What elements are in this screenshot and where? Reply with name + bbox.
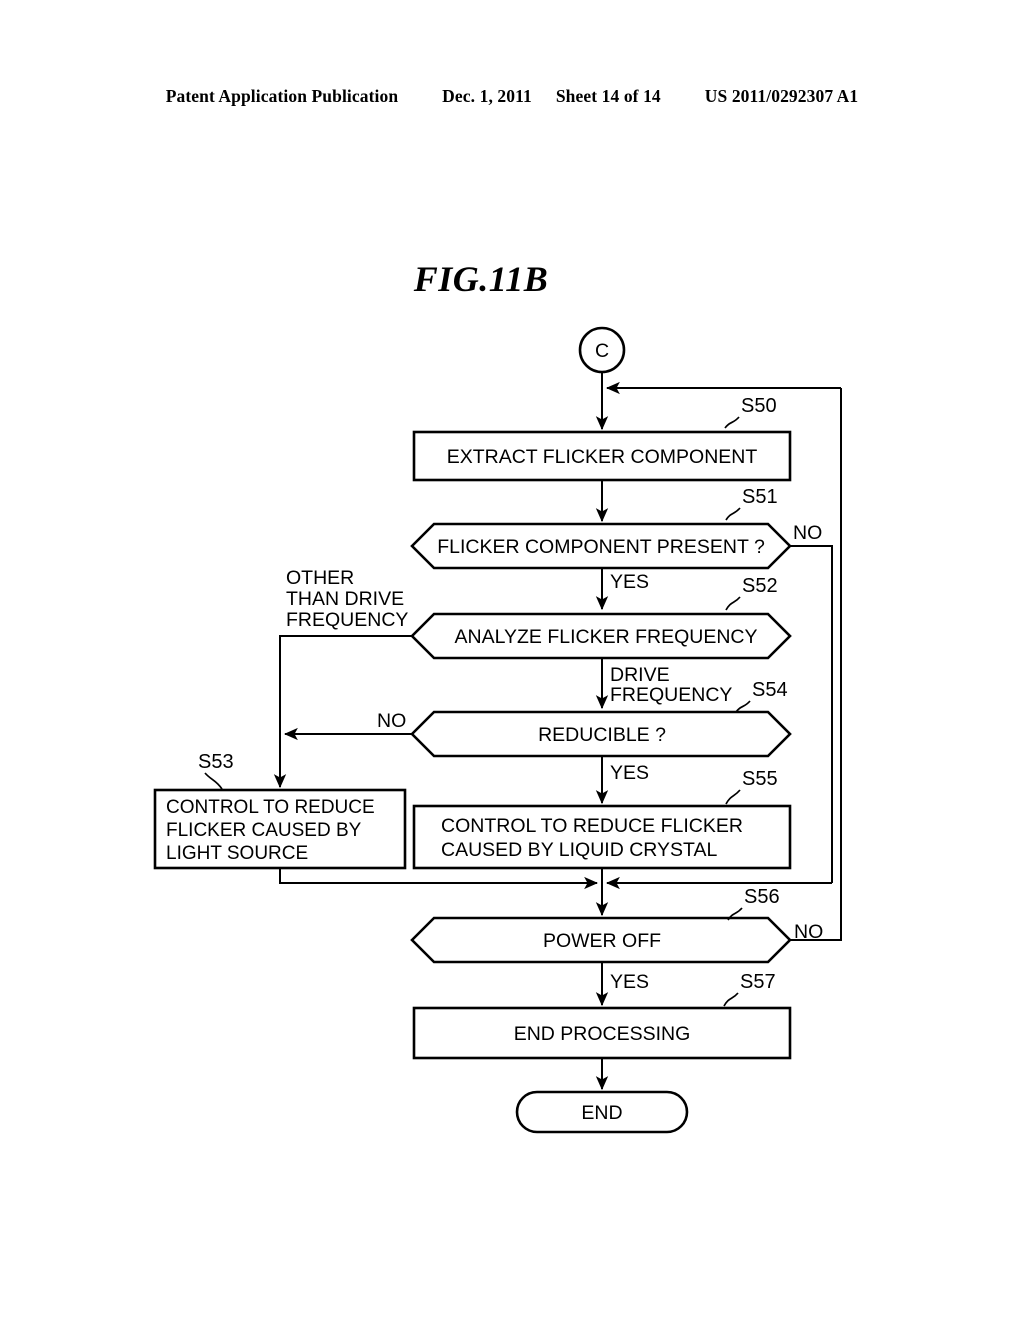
leader-s52 <box>725 596 741 611</box>
connector-c-label: C <box>595 340 609 362</box>
node-s55-text-line1: CONTROL TO REDUCE FLICKER <box>441 815 743 837</box>
edge-s51-no-path <box>790 545 833 883</box>
edge-label-s54-yes: YES <box>610 762 649 784</box>
edge-s53-to-merge <box>279 868 599 890</box>
leader-s57 <box>723 992 739 1007</box>
terminator-end-label: END <box>581 1102 622 1124</box>
step-label-s51: S51 <box>742 486 778 508</box>
edge-label-s52-other-line2: THAN DRIVE <box>286 588 404 610</box>
node-s53-text-line1: CONTROL TO REDUCE <box>166 797 375 818</box>
node-s55-text-line2: CAUSED BY LIQUID CRYSTAL <box>441 839 717 861</box>
node-s54-text: REDUCIBLE ? <box>538 724 666 746</box>
node-s53-text-line3: LIGHT SOURCE <box>166 843 308 864</box>
node-s56-text: POWER OFF <box>543 930 661 952</box>
step-label-s57: S57 <box>740 971 776 993</box>
step-label-s50: S50 <box>741 395 777 417</box>
flowchart-diagram: C EXTRACT FLICKER COMPONENT S50 FLICKER … <box>153 326 842 1134</box>
leader-s55 <box>725 789 741 805</box>
patent-page: Patent Application Publication Dec. 1, 2… <box>0 0 1024 1320</box>
edge-label-s52-other-line1: OTHER <box>286 567 354 589</box>
leader-s53 <box>204 772 223 790</box>
step-label-s55: S55 <box>742 768 778 790</box>
step-label-s56: S56 <box>744 886 780 908</box>
edge-label-s52-other-line3: FREQUENCY <box>286 609 408 631</box>
edge-label-s52-drive-line2: FREQUENCY <box>610 684 732 706</box>
leader-s50 <box>724 416 740 429</box>
edge-label-s52-drive-line1: DRIVE <box>610 664 670 686</box>
node-s50-text: EXTRACT FLICKER COMPONENT <box>447 446 758 468</box>
step-label-s54: S54 <box>752 679 788 701</box>
edge-label-s54-no: NO <box>377 710 406 732</box>
leader-s51 <box>725 507 741 521</box>
node-s51-text: FLICKER COMPONENT PRESENT ? <box>437 536 765 558</box>
node-s52-text: ANALYZE FLICKER FREQUENCY <box>454 626 757 648</box>
step-label-s53: S53 <box>198 751 234 773</box>
leader-s54 <box>735 700 751 713</box>
edge-label-s51-yes: YES <box>610 571 649 593</box>
edge-label-s56-yes: YES <box>610 971 649 993</box>
step-label-s52: S52 <box>742 575 778 597</box>
node-s53-text-line2: FLICKER CAUSED BY <box>166 820 362 841</box>
edge-s56-no-path <box>790 388 842 941</box>
edge-label-s51-no: NO <box>793 522 822 544</box>
node-s57-text: END PROCESSING <box>514 1023 691 1045</box>
